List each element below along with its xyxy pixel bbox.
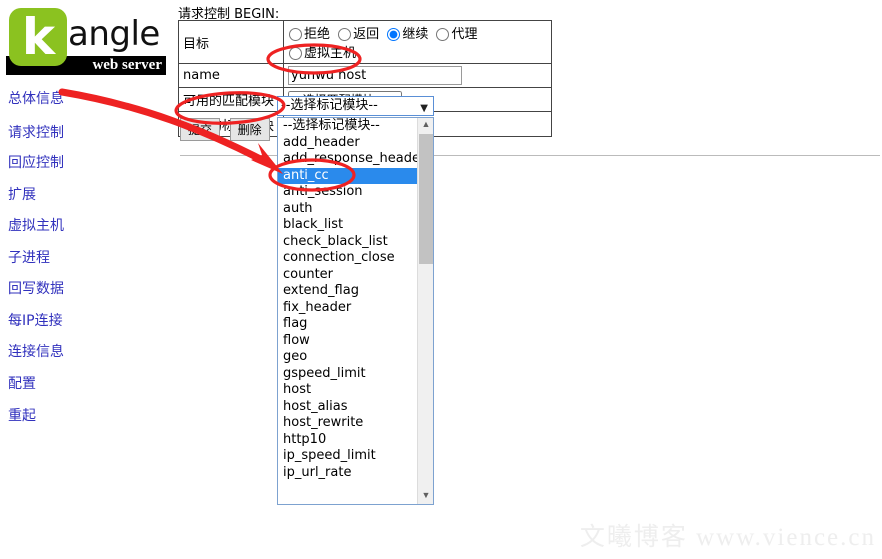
radio-label-return: 返回 — [353, 27, 380, 42]
marker-option-add_response_header[interactable]: add_response_header — [278, 151, 417, 168]
sidebar-item-request-control[interactable]: 请求控制 — [8, 122, 64, 142]
scroll-up-arrow-icon[interactable]: ▲ — [418, 118, 433, 133]
logo-wordmark: angle — [68, 14, 160, 54]
marker-option-extend_flag[interactable]: extend_flag — [278, 283, 417, 300]
radio-deny[interactable] — [289, 28, 302, 41]
sidebar-item-per-ip-conn[interactable]: 每IP连接 — [8, 310, 63, 330]
scroll-down-arrow-icon[interactable]: ▼ — [418, 489, 433, 504]
marker-option-flow[interactable]: flow — [278, 333, 417, 350]
radio-option-continue[interactable]: 继续 — [386, 27, 428, 42]
marker-option-black_list[interactable]: black_list — [278, 217, 417, 234]
target-radio-group: 拒绝 返回 继续 代理 虚拟主机 — [283, 20, 552, 64]
marker-module-option-list[interactable]: --选择标记模块-- add_header add_response_header a… — [278, 118, 417, 504]
table-row-target: 目标 拒绝 返回 继续 代理 虚拟主机 — [178, 20, 552, 64]
listbox-scrollbar[interactable]: ▲ ▼ — [417, 118, 433, 504]
radio-vhost[interactable] — [289, 47, 302, 60]
label-match-module: 可用的匹配模块 — [178, 87, 284, 112]
marker-option-gspeed_limit[interactable]: gspeed_limit — [278, 366, 417, 383]
kangle-logo: k angle web server — [6, 6, 166, 75]
sidebar-item-virtual-host[interactable]: 虚拟主机 — [8, 215, 64, 235]
radio-return[interactable] — [338, 28, 352, 41]
sidebar: k angle web server 总体信息 请求控制 回应控制 扩展 虚拟主… — [0, 0, 175, 559]
radio-label-proxy: 代理 — [451, 27, 478, 42]
radio-label-continue: 继续 — [402, 27, 429, 42]
delete-button[interactable]: 删除 — [229, 118, 270, 141]
label-name: name — [178, 63, 284, 88]
table-row-name: name — [178, 63, 552, 88]
radio-option-vhost[interactable]: 虚拟主机 — [288, 46, 356, 61]
marker-module-combobox[interactable]: --选择标记模块-- ▼ — [277, 96, 434, 116]
scrollbar-thumb[interactable] — [419, 134, 433, 264]
marker-option-fix_header[interactable]: fix_header — [278, 300, 417, 317]
radio-label-vhost: 虚拟主机 — [304, 46, 357, 61]
radio-option-proxy[interactable]: 代理 — [435, 27, 477, 42]
marker-option-anti_cc[interactable]: anti_cc — [278, 167, 417, 184]
marker-option-flag[interactable]: flag — [278, 316, 417, 333]
watermark: 文曦博客 www.vience.cn — [579, 524, 876, 551]
marker-option-ip_url_rate[interactable]: ip_url_rate — [278, 465, 417, 482]
sidebar-item-extensions[interactable]: 扩展 — [8, 184, 36, 204]
radio-label-deny: 拒绝 — [304, 27, 331, 42]
radio-continue[interactable] — [387, 28, 401, 41]
marker-option-[interactable]: --选择标记模块-- — [278, 118, 417, 135]
marker-option-add_header[interactable]: add_header — [278, 135, 417, 152]
marker-option-host_rewrite[interactable]: host_rewrite — [278, 415, 417, 432]
marker-option-connection_close[interactable]: connection_close — [278, 250, 417, 267]
radio-proxy[interactable] — [436, 28, 450, 41]
marker-option-anti_session[interactable]: anti_session — [278, 184, 417, 201]
logo-letter-k: k — [21, 8, 55, 66]
logo-tagline: web server — [92, 57, 162, 73]
sidebar-item-response-control[interactable]: 回应控制 — [8, 152, 64, 172]
sidebar-item-writeback-data[interactable]: 回写数据 — [8, 278, 64, 298]
name-cell — [283, 63, 552, 88]
form-buttons: 提交 删除 — [180, 118, 276, 141]
submit-button[interactable]: 提交 — [180, 118, 221, 141]
sidebar-item-overview[interactable]: 总体信息 — [8, 88, 64, 108]
name-input[interactable] — [288, 66, 462, 85]
sidebar-item-connection-info[interactable]: 连接信息 — [8, 341, 64, 361]
marker-option-host_alias[interactable]: host_alias — [278, 399, 417, 416]
marker-option-geo[interactable]: geo — [278, 349, 417, 366]
sidebar-item-config[interactable]: 配置 — [8, 373, 36, 393]
radio-option-deny[interactable]: 拒绝 — [288, 27, 330, 42]
chevron-down-icon: ▼ — [420, 103, 428, 114]
marker-option-http10[interactable]: http10 — [278, 432, 417, 449]
marker-option-ip_speed_limit[interactable]: ip_speed_limit — [278, 448, 417, 465]
sidebar-item-subprocess[interactable]: 子进程 — [8, 247, 50, 267]
marker-option-counter[interactable]: counter — [278, 267, 417, 284]
logo-green-square: k — [9, 8, 67, 66]
marker-module-listbox[interactable]: --选择标记模块-- add_header add_response_header a… — [277, 117, 434, 505]
marker-option-host[interactable]: host — [278, 382, 417, 399]
sidebar-item-restart[interactable]: 重起 — [8, 405, 36, 425]
marker-module-selected-text: --选择标记模块-- — [281, 98, 378, 113]
radio-option-return[interactable]: 返回 — [337, 27, 379, 42]
label-target: 目标 — [178, 20, 284, 64]
marker-option-check_black_list[interactable]: check_black_list — [278, 234, 417, 251]
marker-option-auth[interactable]: auth — [278, 201, 417, 218]
